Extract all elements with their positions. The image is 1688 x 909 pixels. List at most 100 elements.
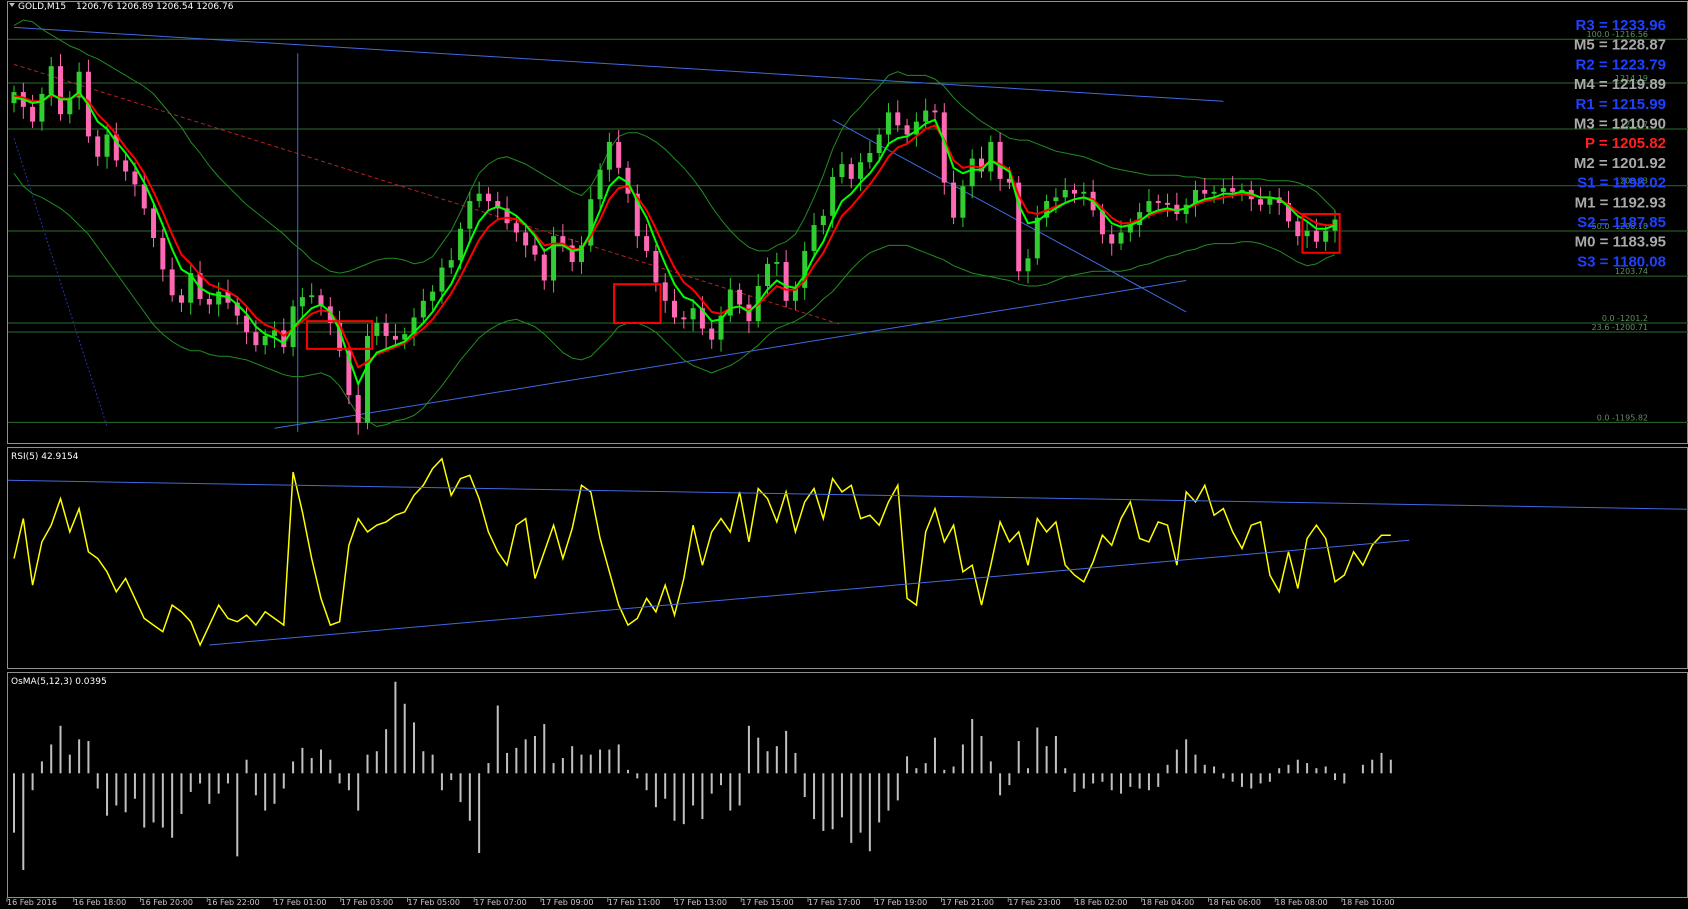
candle-body	[299, 297, 305, 307]
candle-body	[132, 171, 138, 185]
pivot-label: M3 = 1210.90	[1574, 116, 1666, 133]
candle-body	[467, 201, 473, 229]
time-label: 16 Feb 18:00	[74, 898, 126, 905]
candle-body	[1146, 201, 1152, 213]
candle-body	[383, 322, 389, 336]
time-label: 17 Feb 01:00	[274, 898, 326, 905]
candle-body	[39, 93, 45, 122]
pivot-label: R1 = 1215.99	[1576, 96, 1667, 113]
candle-body	[123, 160, 129, 172]
candle-body	[653, 250, 659, 283]
pivot-label: S1 = 1198.02	[1577, 175, 1666, 192]
candle-body	[662, 282, 668, 301]
candle-body	[858, 162, 864, 179]
pivot-label: M5 = 1228.87	[1574, 37, 1666, 54]
trading-chart[interactable]: 100.0 -1216.56 1214.19 1211.7 1208.63 50.0 -…	[0, 0, 1688, 909]
candle-body	[1025, 258, 1031, 272]
candle-body	[885, 112, 891, 135]
candle-body	[1118, 232, 1124, 244]
candle-body	[1072, 189, 1078, 194]
time-label: 18 Feb 02:00	[1075, 898, 1127, 905]
candle-body	[1081, 191, 1087, 194]
time-label: 18 Feb 10:00	[1342, 898, 1394, 905]
fib-level-label: 0.0 -1201.2	[1602, 314, 1648, 323]
candle-body	[262, 335, 268, 346]
candle-body	[1211, 191, 1217, 194]
candle-body	[951, 182, 957, 218]
candle-body	[774, 262, 780, 264]
candle-body	[597, 169, 603, 200]
candle-body	[160, 238, 166, 270]
candle-body	[485, 193, 491, 202]
candle-body	[151, 208, 157, 239]
time-label: 18 Feb 08:00	[1275, 898, 1327, 905]
candle-body	[1062, 189, 1068, 198]
candle-body	[216, 291, 222, 305]
candle-body	[765, 263, 771, 287]
candle-body	[244, 315, 250, 333]
candle-body	[709, 328, 715, 340]
time-label: 17 Feb 21:00	[942, 898, 994, 905]
candle-body	[867, 153, 873, 163]
candle-body	[178, 295, 184, 303]
candle-body	[1202, 189, 1208, 194]
candle-body	[1304, 230, 1310, 237]
time-label: 18 Feb 04:00	[1142, 898, 1194, 905]
time-label: 17 Feb 05:00	[408, 898, 460, 905]
candle-body	[476, 193, 482, 202]
candle-body	[681, 317, 687, 320]
candle-body	[1034, 217, 1040, 259]
candle-body	[48, 66, 54, 94]
candle-body	[253, 332, 259, 346]
time-label: 17 Feb 13:00	[675, 898, 727, 905]
candle-body	[513, 223, 519, 233]
candle-body	[923, 110, 929, 122]
candle-body	[830, 177, 836, 216]
candle-body	[448, 260, 454, 268]
candle-body	[839, 164, 845, 178]
candle-body	[895, 112, 901, 126]
candle-body	[541, 254, 547, 281]
time-label: 18 Feb 06:00	[1209, 898, 1261, 905]
candle-body	[1109, 234, 1115, 244]
candle-body	[355, 395, 361, 423]
candle-body	[811, 225, 817, 251]
candle-body	[458, 228, 464, 261]
candle-body	[616, 141, 622, 168]
time-label: 17 Feb 03:00	[341, 898, 393, 905]
pivot-label: S3 = 1180.08	[1577, 253, 1666, 270]
time-label: 17 Feb 15:00	[741, 898, 793, 905]
candle-body	[904, 125, 910, 135]
candle-body	[271, 330, 277, 336]
candle-body	[169, 269, 175, 296]
candle-body	[1258, 199, 1264, 205]
time-label: 17 Feb 17:00	[808, 898, 860, 905]
candle-body	[820, 215, 826, 226]
candle-body	[932, 110, 938, 113]
candle-body	[1220, 188, 1226, 192]
time-axis: 16 Feb 2016 16 Feb 18:00 16 Feb 20:00 16 Fe…	[6, 898, 1394, 907]
pivot-label: R3 = 1233.96	[1576, 17, 1667, 34]
candle-body	[1155, 201, 1161, 203]
candle-body	[430, 291, 436, 301]
chart-ohlc: 1206.76 1206.89 1206.54 1206.76	[76, 2, 234, 12]
candle-body	[1313, 230, 1319, 242]
pivot-label: M0 = 1183.95	[1575, 234, 1666, 251]
candle-body	[1230, 188, 1236, 192]
candle-body	[95, 136, 101, 157]
candle-body	[606, 141, 612, 170]
rsi-label: RSI(5) 42.9154	[11, 452, 79, 462]
time-label: 17 Feb 09:00	[541, 898, 593, 905]
candle-body	[783, 262, 789, 301]
time-label: 17 Feb 19:00	[875, 898, 927, 905]
candle-body	[206, 298, 212, 305]
candle-body	[960, 186, 966, 218]
candle-body	[104, 134, 110, 157]
candle-body	[876, 134, 882, 154]
pivot-label: S2 = 1187.85	[1577, 214, 1666, 231]
candle-body	[690, 308, 696, 320]
fib-level-label: 0.0 -1195.82	[1597, 413, 1648, 422]
candle-body	[644, 236, 650, 251]
candle-body	[1053, 197, 1059, 202]
candle-body	[672, 300, 677, 318]
